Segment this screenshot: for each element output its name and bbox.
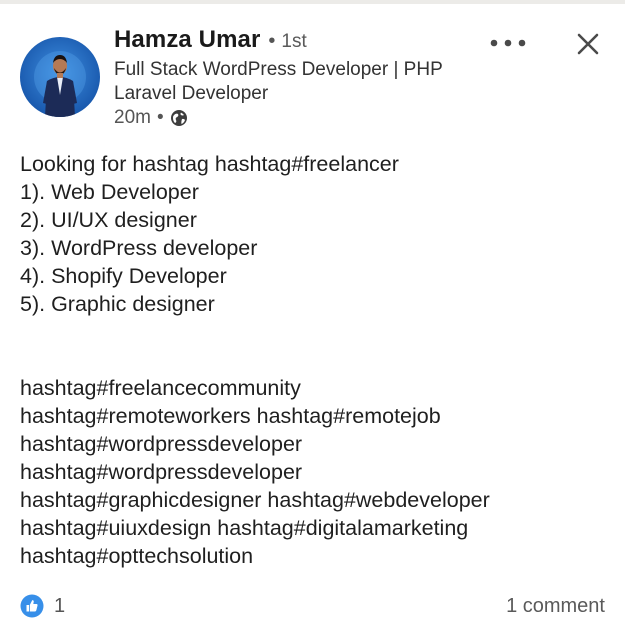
close-icon <box>577 33 599 55</box>
post-time: 20m <box>114 107 151 128</box>
meta-separator: • <box>156 107 164 128</box>
hashtag-line[interactable]: hashtag#uiuxdesign hashtag#digitalamarke… <box>20 514 610 542</box>
more-options-icon <box>490 39 526 47</box>
avatar-photo <box>20 37 100 117</box>
globe-icon <box>170 109 188 127</box>
close-button[interactable] <box>572 28 604 60</box>
post-line: 4). Shopify Developer <box>20 264 227 288</box>
post-meta: 20m • <box>114 106 188 130</box>
hashtag-line[interactable]: hashtag#remoteworkers hashtag#remotejob <box>20 402 610 430</box>
post-line: 2). UI/UX designer <box>20 208 197 232</box>
author-name-row: Hamza Umar • 1st <box>114 26 307 58</box>
post-spacer <box>20 318 610 374</box>
reactions-summary[interactable]: 1 <box>20 593 65 619</box>
post-line: 5). Graphic designer <box>20 292 215 316</box>
post-text: Looking for hashtag hashtag#freelancer 1… <box>20 150 610 570</box>
post-line: 3). WordPress developer <box>20 236 258 260</box>
name-separator: • <box>268 30 276 52</box>
hashtag-line[interactable]: hashtag#wordpressdeveloper <box>20 458 610 486</box>
hashtag-line[interactable]: hashtag#wordpressdeveloper <box>20 430 610 458</box>
author-headline: Full Stack WordPress Developer | PHP Lar… <box>114 59 443 104</box>
author-name[interactable]: Hamza Umar <box>114 26 260 54</box>
more-options-button[interactable] <box>485 30 531 56</box>
hashtag-line[interactable]: hashtag#opttechsolution <box>20 542 610 570</box>
comments-count-link[interactable]: 1 comment <box>506 593 605 619</box>
connection-degree: 1st <box>281 31 307 52</box>
post-line: 1). Web Developer <box>20 180 199 204</box>
hashtag-line[interactable]: hashtag#freelancecommunity <box>20 374 610 402</box>
avatar[interactable] <box>20 37 100 117</box>
post-line: Looking for hashtag hashtag#freelancer <box>20 152 399 176</box>
reaction-count: 1 <box>54 594 66 617</box>
hashtag-line[interactable]: hashtag#graphicdesigner hashtag#webdevel… <box>20 486 610 514</box>
like-icon <box>20 594 44 618</box>
top-divider <box>0 0 625 4</box>
